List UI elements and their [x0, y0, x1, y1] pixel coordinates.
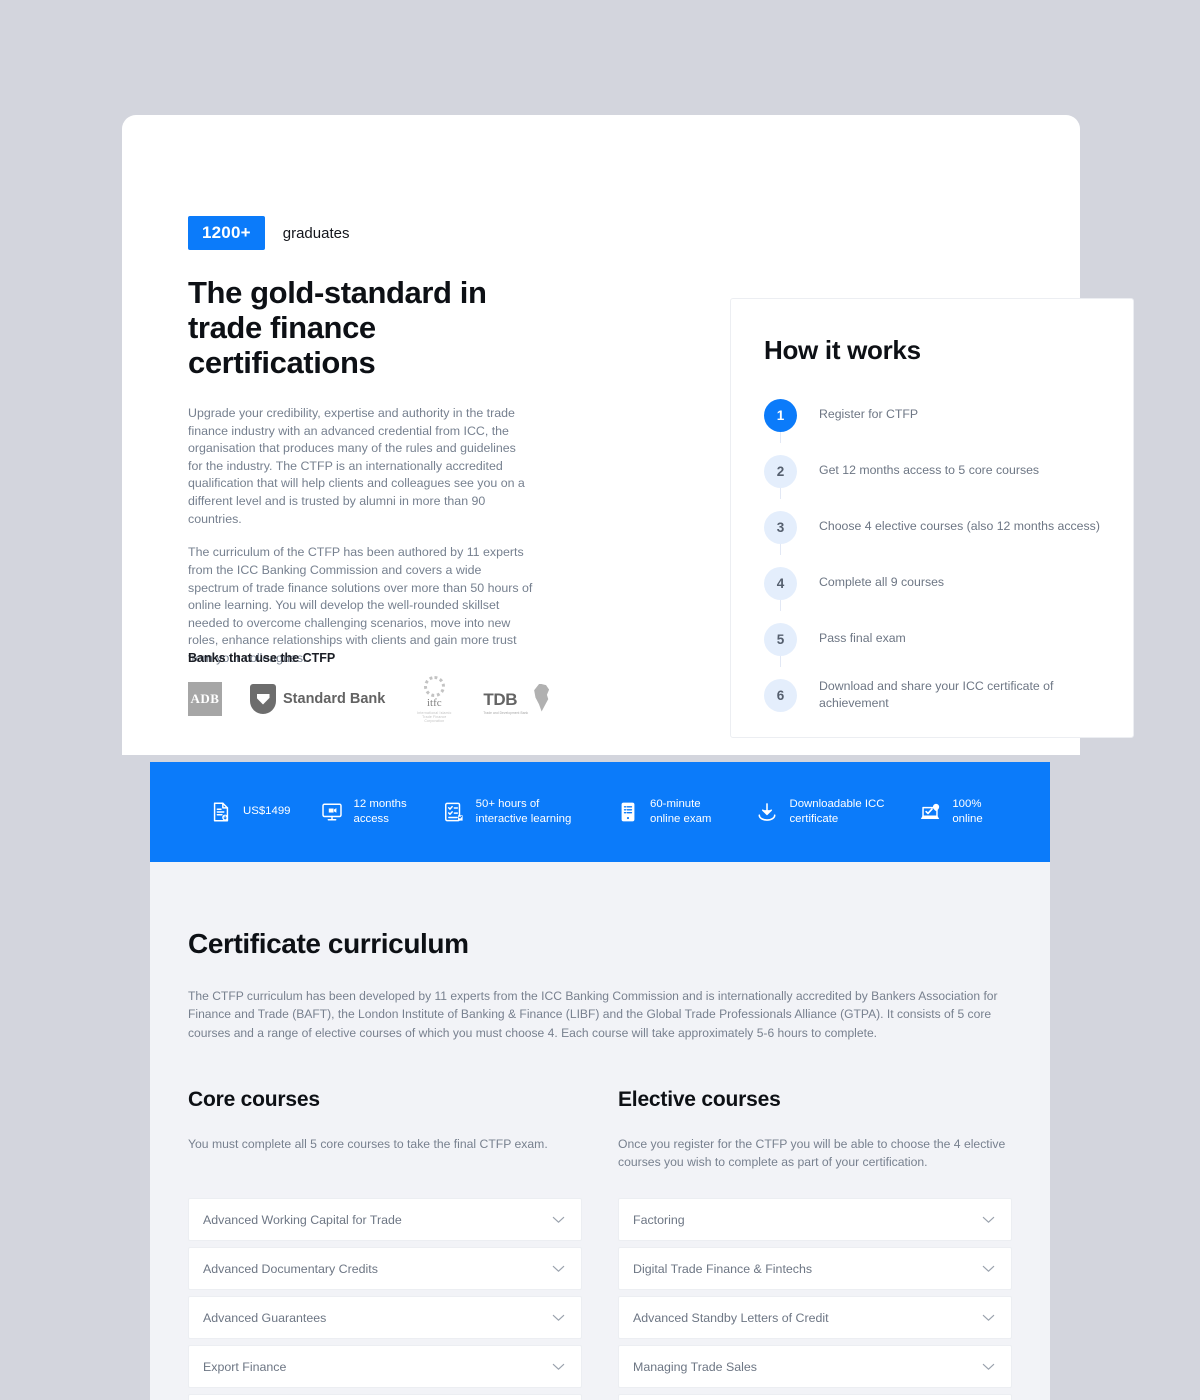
checklist-icon — [443, 801, 465, 823]
feature-label: Downloadable ICC certificate — [789, 797, 885, 825]
bank-logo-row: ADB Standard Bank itfc International Isl… — [188, 675, 552, 723]
document-price-icon — [210, 801, 232, 823]
chevron-down-icon[interactable] — [552, 1314, 565, 1322]
step-item: 5 Pass final exam — [764, 611, 1109, 667]
standard-bank-logo: Standard Bank — [250, 684, 385, 714]
africa-map-icon — [534, 683, 550, 712]
banks-heading: Banks that use the CTFP — [188, 651, 336, 665]
hero-paragraph-1: Upgrade your credibility, expertise and … — [188, 406, 525, 526]
chevron-down-icon[interactable] — [982, 1363, 995, 1371]
graduates-count-badge: 1200+ — [188, 216, 265, 250]
feature-item-certificate: Downloadable ICC certificate — [756, 797, 889, 828]
feature-item-hours: 50+ hours of interactive learning — [443, 797, 587, 828]
core-courses-description: You must complete all 5 core courses to … — [188, 1137, 548, 1152]
step-item: 2 Get 12 months access to 5 core courses — [764, 443, 1109, 499]
step-label: Choose 4 elective courses (also 12 month… — [819, 519, 1100, 534]
feature-item-exam: 60-minute online exam — [617, 797, 726, 828]
graduates-label: graduates — [282, 224, 350, 242]
laptop-check-icon — [919, 801, 941, 823]
feature-item-online: 100% online — [919, 797, 990, 828]
feature-item-price: US$1499 — [210, 801, 291, 823]
feature-item-access: 12 months access — [321, 797, 413, 828]
step-label: Complete all 9 courses — [819, 575, 945, 590]
accordion-item[interactable]: Advanced Documentary Credits — [188, 1247, 582, 1291]
elective-courses-column: Elective courses Once you register for t… — [618, 1088, 1012, 1400]
feature-label: US$1499 — [243, 805, 291, 818]
step-label: Register for CTFP — [819, 407, 919, 422]
graduates-badge-row: 1200+ graduates — [188, 216, 533, 250]
accordion-item[interactable]: Factoring — [618, 1198, 1012, 1242]
core-courses-title: Core courses — [188, 1088, 320, 1112]
accordion-label: Advanced Standby Letters of Credit — [633, 1310, 829, 1325]
chevron-down-icon[interactable] — [982, 1314, 995, 1322]
elective-courses-title: Elective courses — [618, 1088, 781, 1112]
step-number: 2 — [764, 454, 797, 488]
adb-logo: ADB — [188, 682, 222, 716]
accordion-item[interactable]: Managing Trade Operations — [618, 1394, 1012, 1400]
how-it-works-step-list: 1 Register for CTFP 2 Get 12 months acce… — [764, 387, 1109, 723]
accordion-item[interactable]: Managing Trade Sales — [618, 1345, 1012, 1389]
chevron-down-icon[interactable] — [552, 1363, 565, 1371]
sun-icon — [423, 675, 445, 697]
hero-left-column: 1200+ graduates The gold-standard in tra… — [188, 216, 533, 668]
chevron-down-icon[interactable] — [982, 1265, 995, 1273]
feature-highlight-bar: US$1499 12 months access 50+ hours of in… — [150, 762, 1050, 862]
chevron-down-icon[interactable] — [552, 1216, 565, 1224]
shield-icon — [250, 684, 276, 714]
step-label: Download and share your ICC certificate … — [819, 678, 1054, 710]
hero-card: 1200+ graduates The gold-standard in tra… — [122, 115, 1134, 755]
step-label: Get 12 months access to 5 core courses — [819, 463, 1040, 478]
accordion-item[interactable]: Export Finance — [188, 1345, 582, 1389]
accordion-item[interactable]: Advanced Supply Chain Finance — [188, 1394, 582, 1400]
accordion-item[interactable]: Advanced Working Capital for Trade — [188, 1198, 582, 1242]
step-item: 3 Choose 4 elective courses (also 12 mon… — [764, 499, 1109, 555]
how-it-works-panel: How it works 1 Register for CTFP 2 Get 1… — [730, 298, 1134, 738]
accordion-item[interactable]: Advanced Guarantees — [188, 1296, 582, 1340]
download-icon — [756, 801, 778, 823]
chevron-down-icon[interactable] — [982, 1216, 995, 1224]
feature-label: 50+ hours of interactive learning — [475, 797, 572, 825]
curriculum-title: Certificate curriculum — [188, 928, 469, 959]
step-item: 1 Register for CTFP — [764, 387, 1109, 443]
core-courses-column: Core courses You must complete all 5 cor… — [188, 1088, 582, 1400]
step-number: 1 — [764, 398, 797, 432]
curriculum-description: The CTFP curriculum has been developed b… — [188, 989, 998, 1040]
accordion-label: Factoring — [633, 1212, 685, 1227]
step-number: 6 — [764, 678, 797, 712]
accordion-label: Advanced Working Capital for Trade — [203, 1212, 402, 1227]
accordion-label: Digital Trade Finance & Fintechs — [633, 1261, 813, 1276]
mobile-exam-icon — [617, 801, 639, 823]
core-courses-accordion-list: Advanced Working Capital for Trade Advan… — [188, 1198, 582, 1400]
step-number: 5 — [764, 622, 797, 656]
feature-label: 12 months access — [353, 797, 407, 825]
page-title: The gold-standard in trade finance certi… — [188, 275, 487, 381]
step-label: Pass final exam — [819, 631, 906, 646]
step-item: 6 Download and share your ICC certificat… — [764, 667, 1109, 723]
step-item: 4 Complete all 9 courses — [764, 555, 1109, 611]
hero-paragraph-2: The curriculum of the CTFP has been auth… — [188, 545, 533, 665]
accordion-label: Advanced Guarantees — [203, 1310, 327, 1325]
elective-courses-accordion-list: Factoring Digital Trade Finance & Fintec… — [618, 1198, 1012, 1400]
step-number: 4 — [764, 566, 797, 600]
elective-courses-description: Once you register for the CTFP you will … — [618, 1137, 1006, 1169]
monitor-video-icon — [321, 801, 343, 823]
page-root: 1200+ graduates The gold-standard in tra… — [0, 0, 1200, 1400]
how-it-works-title: How it works — [764, 335, 921, 365]
accordion-label: Export Finance — [203, 1359, 287, 1374]
accordion-item[interactable]: Advanced Standby Letters of Credit — [618, 1296, 1012, 1340]
accordion-label: Managing Trade Sales — [633, 1359, 757, 1374]
accordion-item[interactable]: Digital Trade Finance & Fintechs — [618, 1247, 1012, 1291]
accordion-label: Advanced Documentary Credits — [203, 1261, 378, 1276]
step-number: 3 — [764, 510, 797, 544]
feature-label: 100% online — [952, 797, 983, 825]
tdb-logo: TDB Trade and Development Bank — [483, 683, 552, 715]
feature-label: 60-minute online exam — [649, 797, 712, 825]
itfc-logo: itfc International Islamic Trade Finance… — [413, 675, 455, 723]
chevron-down-icon[interactable] — [552, 1265, 565, 1273]
curriculum-section: Certificate curriculum The CTFP curricul… — [150, 862, 1050, 1400]
